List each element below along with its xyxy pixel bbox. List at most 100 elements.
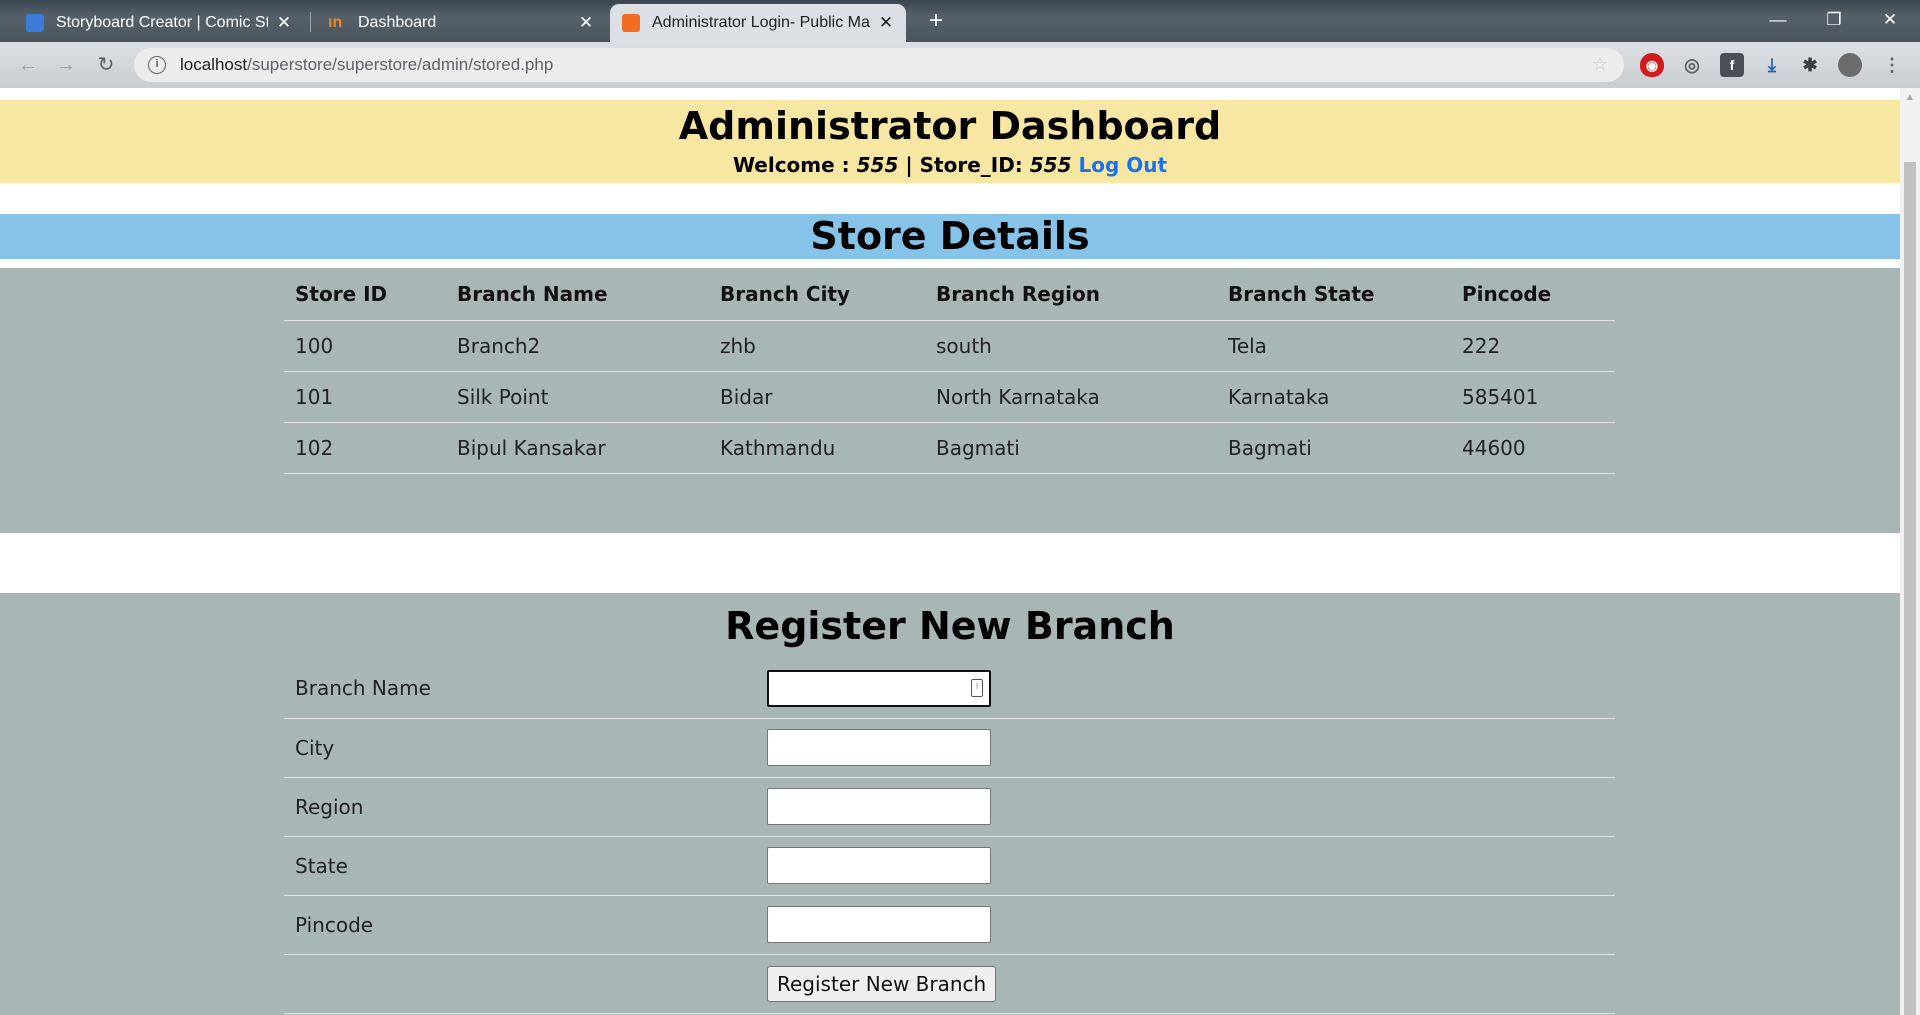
- store-details-section: Store ID Branch Name Branch City Branch …: [0, 268, 1900, 533]
- download-extension-icon[interactable]: ⤓: [1760, 53, 1784, 77]
- table-cell: Bidar: [709, 371, 925, 423]
- close-tab-icon[interactable]: ✕: [878, 13, 894, 33]
- form-row: Register New Branch: [284, 954, 1615, 1014]
- admin-favicon-icon: [622, 14, 640, 32]
- tab-separator: [310, 12, 311, 32]
- scroll-up-icon[interactable]: ▲: [1904, 92, 1916, 104]
- shield-extension-icon[interactable]: ◉: [1640, 53, 1664, 77]
- register-title: Register New Branch: [725, 604, 1175, 648]
- table-cell: Karnataka: [1217, 371, 1451, 423]
- table-cell: Branch2: [446, 320, 709, 372]
- bookmark-star-icon[interactable]: ☆: [1592, 54, 1608, 75]
- tab-dashboard[interactable]: ın Dashboard ✕: [316, 4, 606, 42]
- table-cell: Bagmati: [1217, 422, 1451, 474]
- reload-icon[interactable]: ↻: [92, 51, 120, 79]
- pincode-input[interactable]: [767, 906, 991, 943]
- address-bar[interactable]: i localhost/superstore/superstore/admin/…: [134, 48, 1624, 82]
- tab-title: Storyboard Creator | Comic Strip: [56, 14, 268, 31]
- page-scrollbar[interactable]: ▲: [1900, 88, 1920, 1015]
- register-branch-section: Register New Branch Branch Name ⁝ City R…: [0, 593, 1900, 1015]
- table-cell: 44600: [1451, 422, 1615, 474]
- branch-name-wrapper: ⁝: [767, 669, 991, 707]
- tab-title: Dashboard: [358, 14, 437, 31]
- table-cell: Silk Point: [446, 371, 709, 423]
- menu-kebab-icon[interactable]: ⋮: [1880, 53, 1904, 77]
- form-row: State: [284, 836, 1615, 896]
- city-label: City: [284, 718, 767, 778]
- page-title: Administrator Dashboard: [678, 104, 1222, 148]
- table-row: 100 Branch2 zhb south Tela 222: [284, 320, 1615, 372]
- store-id-label: | Store_ID:: [898, 153, 1030, 177]
- forward-icon[interactable]: →: [52, 51, 80, 79]
- empty-cell: [284, 954, 767, 1014]
- facebook-extension-icon[interactable]: f: [1720, 53, 1744, 77]
- register-table: Branch Name ⁝ City Region State Pincode …: [284, 659, 1615, 1014]
- pincode-label: Pincode: [284, 895, 767, 955]
- dashboard-header: Administrator Dashboard Welcome : 555 | …: [0, 100, 1900, 183]
- browser-titlebar: Storyboard Creator | Comic Strip ✕ ın Da…: [0, 0, 1920, 42]
- table-cell: 102: [284, 422, 446, 474]
- state-input[interactable]: [767, 847, 991, 884]
- restore-icon[interactable]: ❐: [1806, 0, 1862, 40]
- column-header: Store ID: [284, 268, 446, 321]
- back-icon[interactable]: ←: [14, 51, 42, 79]
- register-branch-button[interactable]: Register New Branch: [767, 965, 997, 1002]
- column-header: Branch State: [1217, 268, 1451, 321]
- close-tab-icon[interactable]: ✕: [578, 13, 594, 33]
- tab-admin-login[interactable]: Administrator Login- Public Mart ✕: [610, 4, 906, 42]
- form-row: Pincode: [284, 895, 1615, 955]
- tab-title: Administrator Login- Public Mart: [652, 14, 870, 31]
- region-input[interactable]: [767, 788, 991, 825]
- store-details-banner: Store Details: [0, 214, 1900, 259]
- profile-avatar[interactable]: [1838, 53, 1862, 77]
- form-field-cell: [767, 895, 1615, 955]
- logout-link[interactable]: Log Out: [1078, 153, 1167, 177]
- table-header-row: Store ID Branch Name Branch City Branch …: [284, 268, 1615, 321]
- form-field-cell: [767, 718, 1615, 778]
- site-info-icon[interactable]: i: [148, 56, 166, 74]
- table-cell: 100: [284, 320, 446, 372]
- form-field-cell: [767, 836, 1615, 896]
- store-id-value: 555: [1029, 153, 1072, 177]
- table-cell: south: [925, 320, 1217, 372]
- welcome-line: Welcome : 555 | Store_ID: 555 Log Out: [0, 153, 1900, 177]
- column-header: Branch Name: [446, 268, 709, 321]
- welcome-label: Welcome :: [732, 153, 857, 177]
- browser-toolbar: ← → ↻ i localhost/superstore/superstore/…: [0, 42, 1920, 88]
- close-window-icon[interactable]: ✕: [1862, 0, 1918, 40]
- table-row: 101 Silk Point Bidar North Karnataka Kar…: [284, 371, 1615, 423]
- table-cell: 101: [284, 371, 446, 423]
- form-field-cell: ⁝: [767, 659, 1615, 719]
- table-cell: 222: [1451, 320, 1615, 372]
- form-field-cell: [767, 777, 1615, 837]
- column-header: Pincode: [1451, 268, 1615, 321]
- store-details-title: Store Details: [810, 214, 1090, 258]
- city-input[interactable]: [767, 729, 991, 766]
- tab-storyboard[interactable]: Storyboard Creator | Comic Strip ✕: [14, 4, 304, 42]
- branch-name-label: Branch Name: [284, 659, 767, 719]
- table-cell: 585401: [1451, 371, 1615, 423]
- form-row: Branch Name ⁝: [284, 659, 1615, 719]
- form-field-cell: Register New Branch: [767, 954, 1615, 1014]
- store-table: Store ID Branch Name Branch City Branch …: [284, 268, 1615, 474]
- column-header: Branch Region: [925, 268, 1217, 321]
- extensions-puzzle-icon[interactable]: ✱: [1798, 53, 1822, 77]
- circle-extension-icon[interactable]: ◎: [1680, 53, 1704, 77]
- table-cell: North Karnataka: [925, 371, 1217, 423]
- close-tab-icon[interactable]: ✕: [276, 13, 292, 33]
- storyboard-favicon-icon: [26, 14, 44, 32]
- table-cell: zhb: [709, 320, 925, 372]
- table-cell: Kathmandu: [709, 422, 925, 474]
- autofill-key-icon[interactable]: ⁝: [971, 678, 983, 697]
- url-text: localhost/superstore/superstore/admin/st…: [180, 55, 554, 74]
- branch-name-input[interactable]: [767, 669, 991, 707]
- table-cell: Tela: [1217, 320, 1451, 372]
- state-label: State: [284, 836, 767, 896]
- table-cell: Bipul Kansakar: [446, 422, 709, 474]
- table-row: 102 Bipul Kansakar Kathmandu Bagmati Bag…: [284, 422, 1615, 474]
- new-tab-icon[interactable]: +: [922, 7, 950, 35]
- region-label: Region: [284, 777, 767, 837]
- form-row: Region: [284, 777, 1615, 837]
- minimize-icon[interactable]: —: [1750, 0, 1806, 40]
- scrollbar-thumb[interactable]: [1904, 162, 1916, 1015]
